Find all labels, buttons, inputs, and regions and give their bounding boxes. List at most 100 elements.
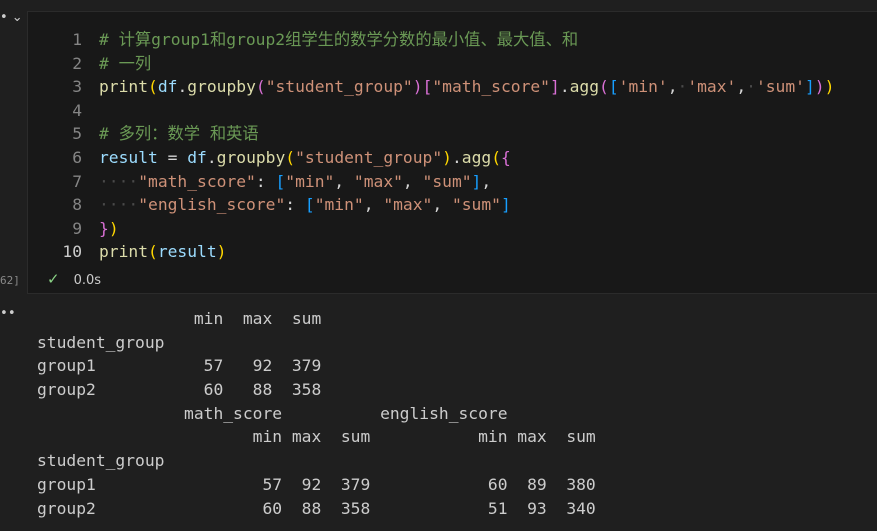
code-token: )	[442, 147, 452, 167]
code-token: "max"	[353, 171, 403, 191]
line-number: 10	[62, 242, 82, 262]
code-token: [	[422, 77, 433, 97]
code-token: "min"	[285, 171, 335, 191]
line-number: 7	[72, 171, 82, 191]
code-token: }	[99, 218, 109, 238]
line-number: 4	[72, 100, 82, 120]
output-line: student_group	[37, 451, 165, 471]
code-token: print	[99, 77, 149, 97]
code-token: .	[451, 147, 462, 167]
output-line: group2 60 88 358	[37, 380, 322, 400]
code-token: result	[99, 147, 158, 167]
code-token: ····	[99, 195, 139, 215]
output-line: group1 57 92 379 60 89 380	[37, 474, 596, 494]
code-token: "student_group"	[265, 77, 413, 97]
output-more-icon[interactable]: ••	[0, 306, 16, 321]
line-number: 5	[72, 124, 82, 144]
code-text: result = df.groupby("student_group").agg…	[99, 146, 511, 170]
code-token: "min"	[314, 195, 364, 215]
line-number: 2	[72, 53, 82, 73]
line-number: 8	[72, 195, 82, 215]
code-token: )	[412, 77, 423, 97]
code-token: )	[108, 218, 119, 238]
code-token: ,	[481, 171, 492, 191]
code-token: "max"	[383, 195, 433, 215]
code-text: ····"english_score": ["min", "max", "sum…	[99, 193, 511, 217]
line-number: 6	[72, 147, 82, 167]
output-line: min max sum	[37, 309, 322, 328]
code-token: df	[187, 147, 207, 167]
code-token: )	[216, 242, 227, 262]
code-token: ,	[667, 77, 678, 97]
code-token: ,	[363, 195, 384, 215]
cell-collapse-toggle[interactable]: • ⌄	[0, 10, 23, 25]
code-text: print(df.groupby("student_group")["math_…	[99, 75, 834, 99]
code-token: {	[501, 147, 511, 167]
code-token: groupby	[187, 77, 256, 97]
code-token: )	[824, 77, 835, 97]
code-token: "sum"	[451, 195, 501, 215]
code-token: =	[157, 147, 188, 167]
code-token: [	[608, 77, 619, 97]
code-token: ,	[736, 77, 747, 97]
code-token: (	[285, 147, 296, 167]
code-token: (	[148, 242, 158, 262]
code-token: ,	[432, 195, 452, 215]
code-token: ,	[334, 171, 354, 191]
code-token: # 一列	[99, 53, 152, 73]
code-token: "sum"	[422, 171, 472, 191]
code-token: agg	[569, 77, 600, 97]
code-token: ·	[677, 77, 688, 97]
success-check-icon: ✓	[47, 270, 60, 288]
cell-output: min max sum student_group group1 57 92 379…	[37, 307, 596, 520]
code-token: result	[157, 242, 217, 262]
code-token: .	[177, 77, 188, 97]
code-token: (	[491, 147, 502, 167]
code-token: :	[255, 171, 276, 191]
code-text: # 计算group1和group2组学生的数学分数的最小值、最大值、和	[99, 28, 578, 52]
code-token: (	[255, 77, 266, 97]
code-token: "math_score"	[138, 171, 256, 191]
code-token: (	[599, 77, 609, 97]
code-token: .	[559, 77, 570, 97]
code-token: ]	[550, 77, 560, 97]
code-token: 'max'	[687, 77, 737, 97]
code-text: # 多列：数学 和英语	[99, 122, 259, 146]
code-token: groupby	[216, 147, 286, 167]
code-token: ]	[471, 171, 482, 191]
code-token: "math_score"	[432, 77, 550, 97]
line-number: 9	[72, 218, 82, 238]
code-text: })	[99, 217, 119, 241]
code-token: .	[206, 147, 217, 167]
code-text: # 一列	[99, 52, 151, 76]
code-token: print	[99, 242, 149, 262]
code-text: print(result)	[99, 240, 226, 264]
output-line: group2 60 88 358 51 93 340	[37, 498, 596, 518]
code-token: [	[275, 171, 286, 191]
output-line: math_score english_score	[37, 403, 508, 423]
code-token: # 计算group1和group2组学生的数学分数的最小值、最大值、和	[99, 30, 579, 49]
code-token: :	[285, 195, 305, 215]
code-text: ····"math_score": ["min", "max", "sum"],	[99, 170, 491, 194]
cell-status: ✓ 0.0s	[47, 270, 101, 288]
code-token: "student_group"	[295, 147, 443, 167]
code-token: ]	[804, 77, 815, 97]
code-token: ····	[99, 171, 139, 191]
code-token: df	[157, 77, 178, 97]
code-token: ·	[746, 77, 756, 97]
output-line: student_group	[37, 332, 165, 352]
execution-count: 62]	[0, 274, 20, 287]
code-token: "english_score"	[138, 195, 286, 215]
code-token: )	[814, 77, 825, 97]
code-token: 'sum'	[755, 77, 805, 97]
code-token: 'min'	[618, 77, 668, 97]
execution-time: 0.0s	[73, 273, 102, 288]
code-token: ]	[500, 195, 511, 215]
code-token: # 多列：数学 和英语	[99, 124, 259, 144]
line-number: 1	[72, 30, 82, 49]
output-line: min max sum min max sum	[37, 427, 596, 447]
output-line: group1 57 92 379	[37, 356, 322, 376]
code-token: (	[148, 77, 158, 97]
code-token: [	[304, 195, 315, 215]
code-cell[interactable]: 1 # 计算group1和group2组学生的数学分数的最小值、最大值、和 2 # 一…	[27, 11, 877, 294]
